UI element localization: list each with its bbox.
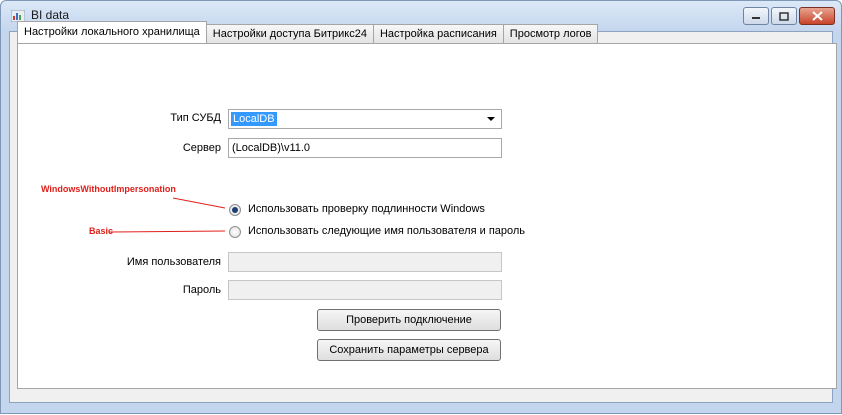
annotation-line-windows <box>172 197 226 209</box>
radio-windows-auth[interactable] <box>229 204 241 216</box>
password-input[interactable] <box>228 280 502 300</box>
tab-local-storage[interactable]: Настройки локального хранилища <box>17 21 207 43</box>
radio-windows-auth-label[interactable]: Использовать проверку подлинности Window… <box>248 203 485 215</box>
radio-user-password[interactable] <box>229 226 241 238</box>
username-label: Имя пользователя <box>126 256 221 268</box>
check-connection-button[interactable]: Проверить подключение <box>317 309 501 331</box>
radio-user-password-label[interactable]: Использовать следующие имя пользователя … <box>248 225 525 237</box>
app-window: BI data Настройки локального хранилища Н… <box>0 0 842 414</box>
password-label: Пароль <box>182 284 221 296</box>
annotation-line-basic <box>108 230 226 233</box>
username-input[interactable] <box>228 252 502 272</box>
save-server-settings-button[interactable]: Сохранить параметры сервера <box>317 339 501 361</box>
